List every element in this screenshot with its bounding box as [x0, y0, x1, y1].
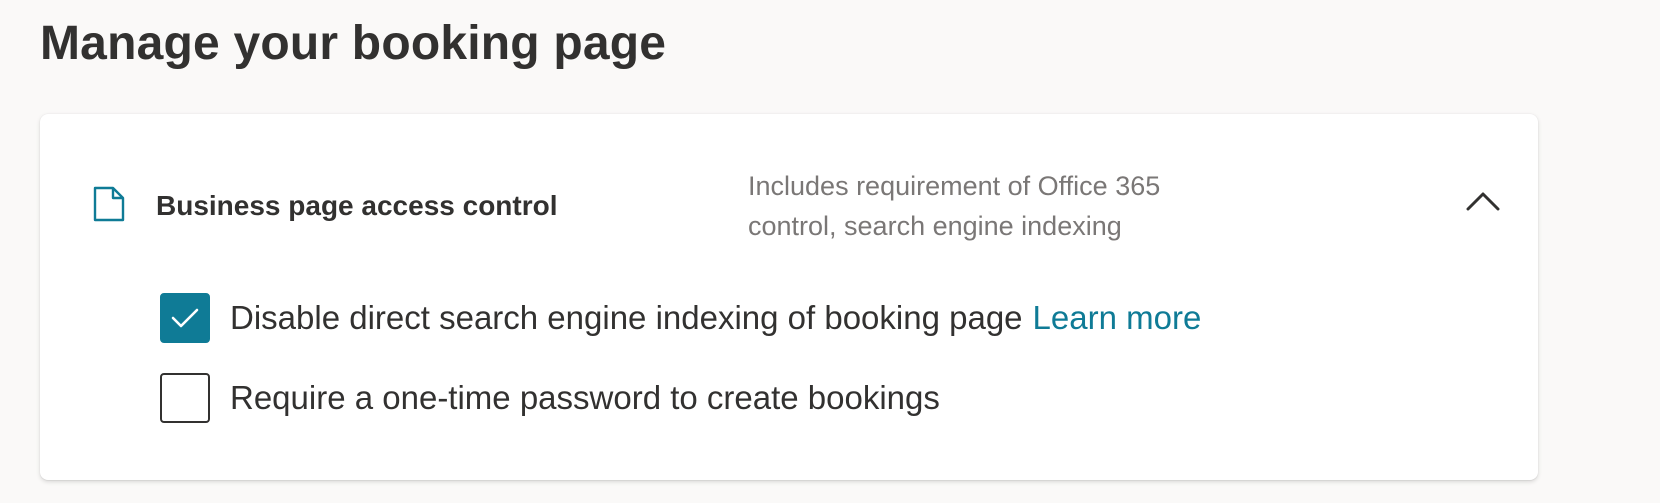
- require-otp-checkbox[interactable]: [160, 373, 210, 423]
- disable-indexing-checkbox[interactable]: [160, 293, 210, 343]
- document-icon: [92, 185, 126, 223]
- access-control-header[interactable]: Business page access control Includes re…: [40, 114, 1538, 244]
- learn-more-link[interactable]: Learn more: [1033, 296, 1202, 340]
- section-description: Includes requirement of Office 365 contr…: [748, 171, 1161, 241]
- option-disable-indexing: Disable direct search engine indexing of…: [160, 292, 1201, 344]
- access-control-card: Business page access control Includes re…: [40, 114, 1538, 480]
- section-title: Business page access control: [156, 190, 558, 221]
- disable-indexing-label[interactable]: Disable direct search engine indexing of…: [230, 296, 1023, 340]
- option-require-otp: Require a one-time password to create bo…: [160, 372, 940, 424]
- checkmark-icon: [171, 308, 199, 328]
- require-otp-label[interactable]: Require a one-time password to create bo…: [230, 376, 940, 420]
- page-title: Manage your booking page: [40, 17, 667, 70]
- chevron-up-icon: [1466, 192, 1500, 211]
- collapse-button[interactable]: [1460, 178, 1506, 224]
